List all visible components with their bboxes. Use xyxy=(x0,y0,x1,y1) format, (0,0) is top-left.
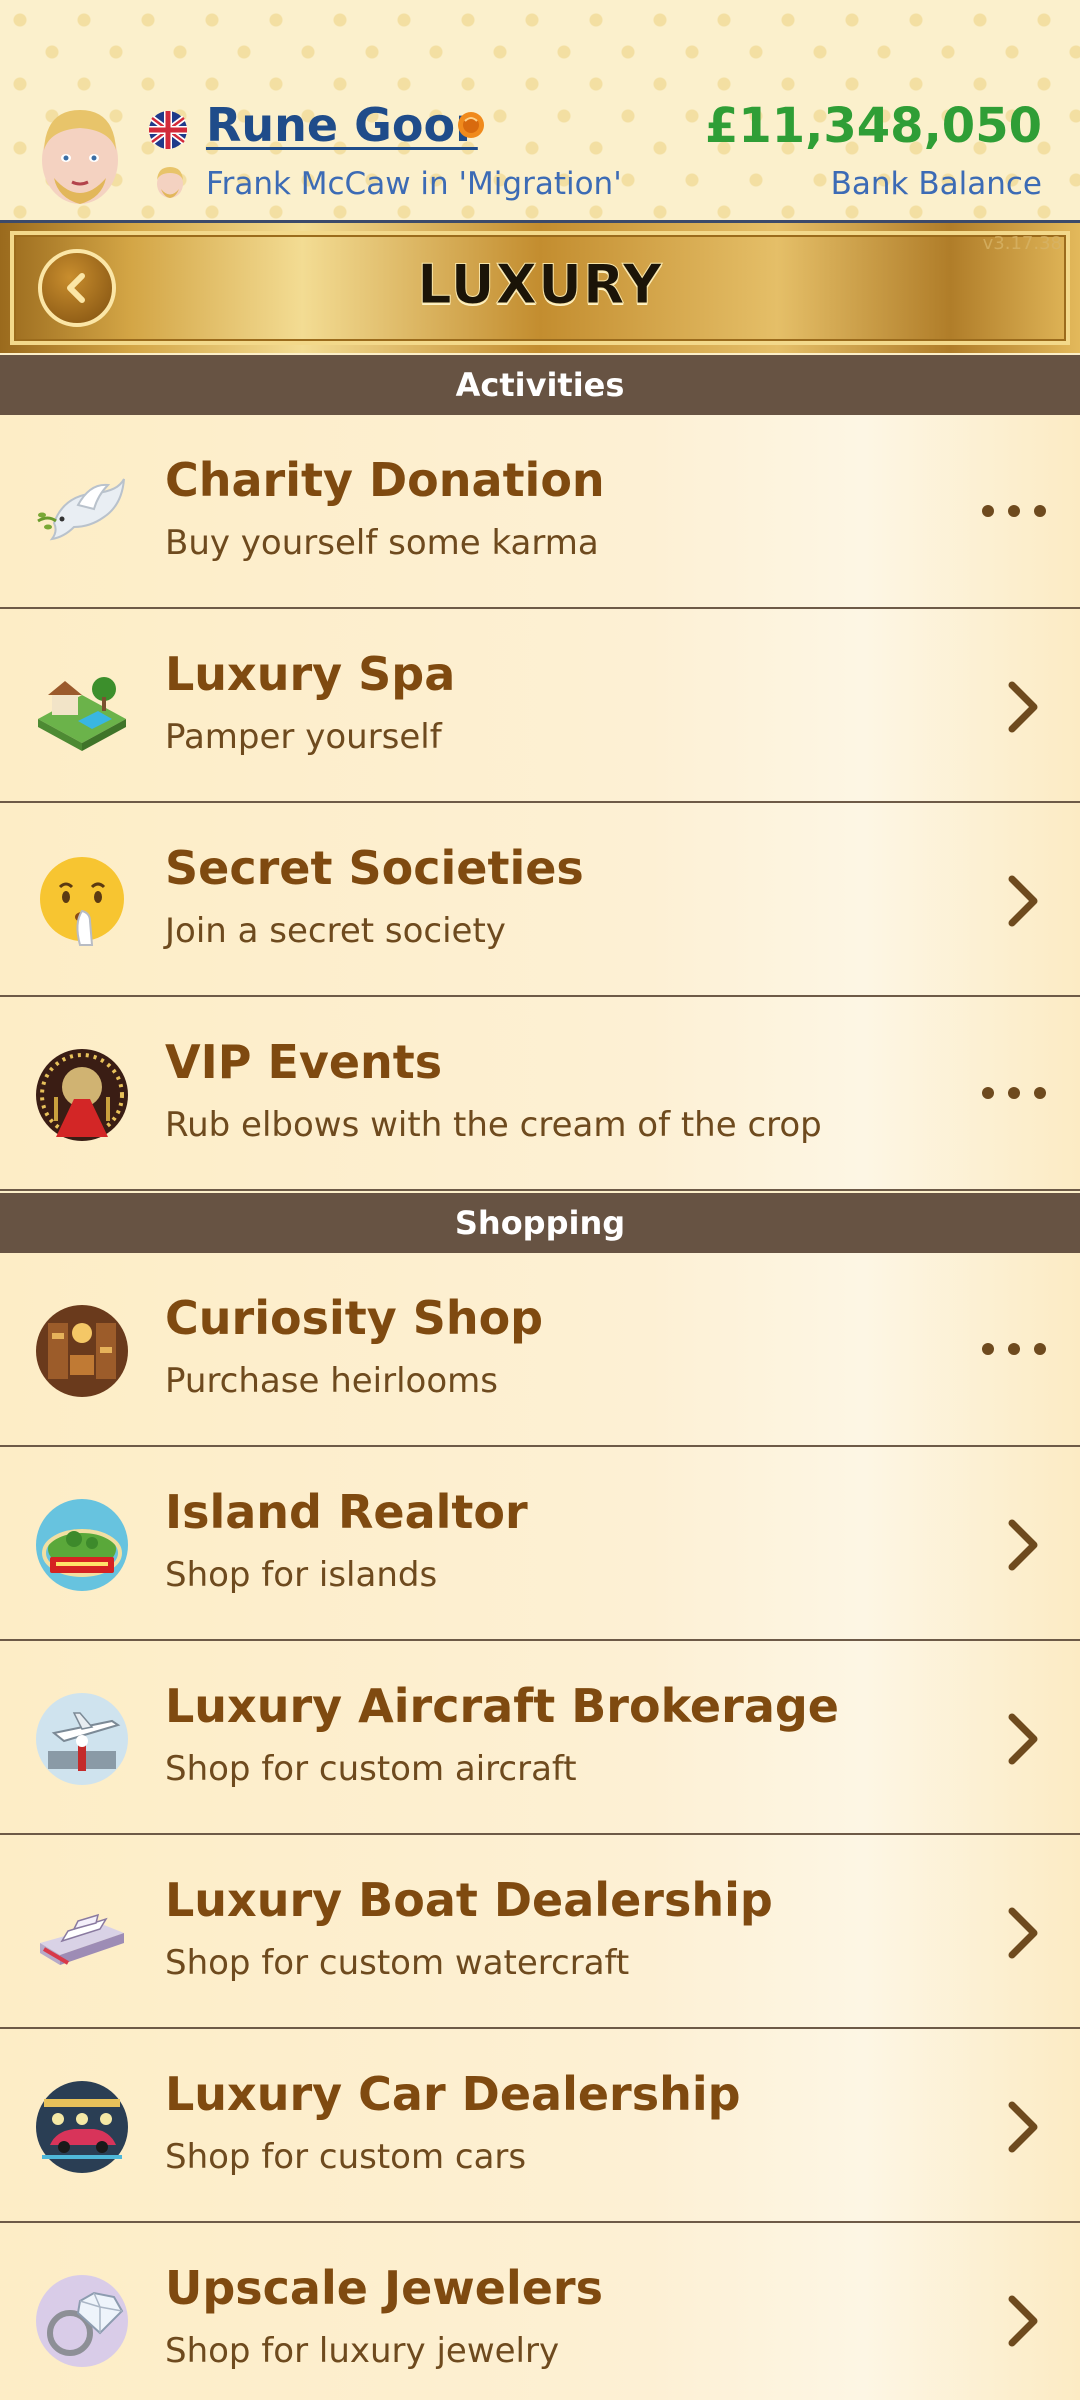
page-title-banner: LUXURY v3.17.38 xyxy=(0,223,1080,353)
item-title: VIP Events xyxy=(165,1035,443,1089)
item-description: Purchase heirlooms xyxy=(165,1361,498,1401)
bank-balance-amount: £11,348,050 xyxy=(704,98,1042,154)
item-title: Luxury Boat Dealership xyxy=(165,1873,773,1927)
current-role-text: Frank McCaw in 'Migration' xyxy=(206,166,622,202)
item-title: Curiosity Shop xyxy=(165,1291,544,1345)
item-title: Luxury Aircraft Brokerage xyxy=(165,1679,839,1733)
chevron-right-icon[interactable] xyxy=(1006,1905,1040,1961)
shushing-face-icon xyxy=(40,857,124,946)
zodiac-sign-icon xyxy=(458,112,484,138)
list-item-luxury-aircraft-brokerage[interactable]: Luxury Aircraft Brokerage Shop for custo… xyxy=(0,1641,1080,1835)
list-item-vip-events[interactable]: VIP Events Rub elbows with the cream of … xyxy=(0,997,1080,1191)
more-options-icon[interactable] xyxy=(980,1341,1048,1357)
item-title: Luxury Spa xyxy=(165,647,456,701)
list-item-charity-donation[interactable]: Charity Donation Buy yourself some karma xyxy=(0,415,1080,609)
more-options-icon[interactable] xyxy=(980,503,1048,519)
antique-shop-icon xyxy=(36,1305,128,1397)
item-title: Luxury Car Dealership xyxy=(165,2067,741,2121)
dove-icon xyxy=(37,478,125,541)
version-label: v3.17.38 xyxy=(982,233,1062,254)
page-title: LUXURY xyxy=(417,253,663,317)
list-item-island-realtor[interactable]: Island Realtor Shop for islands xyxy=(0,1447,1080,1641)
list-item-secret-societies[interactable]: Secret Societies Join a secret society xyxy=(0,803,1080,997)
red-carpet-icon xyxy=(36,1049,128,1141)
list-item-curiosity-shop[interactable]: Curiosity Shop Purchase heirlooms xyxy=(0,1253,1080,1447)
item-description: Shop for luxury jewelry xyxy=(165,2331,560,2371)
chevron-right-icon[interactable] xyxy=(1006,1711,1040,1767)
spa-villa-icon xyxy=(38,677,126,751)
relation-avatar-icon xyxy=(157,167,183,198)
chevron-right-icon[interactable] xyxy=(1006,2293,1040,2349)
item-description: Join a secret society xyxy=(165,911,506,951)
item-description: Rub elbows with the cream of the crop xyxy=(165,1105,822,1145)
section-header-shopping: Shopping xyxy=(0,1193,1080,1253)
diamond-ring-icon xyxy=(36,2275,128,2367)
player-name-link[interactable]: Rune Goor xyxy=(206,98,478,152)
chevron-right-icon[interactable] xyxy=(1006,2099,1040,2155)
chevron-right-icon[interactable] xyxy=(1006,679,1040,735)
chevron-right-icon[interactable] xyxy=(1006,1517,1040,1573)
yacht-icon xyxy=(40,1913,124,1965)
character-avatar[interactable] xyxy=(32,100,128,210)
uk-flag-icon xyxy=(149,111,187,149)
car-showroom-icon xyxy=(36,2081,128,2173)
list-item-luxury-boat-dealership[interactable]: Luxury Boat Dealership Shop for custom w… xyxy=(0,1835,1080,2029)
item-description: Shop for islands xyxy=(165,1555,438,1595)
chevron-right-icon[interactable] xyxy=(1006,873,1040,929)
list-item-luxury-car-dealership[interactable]: Luxury Car Dealership Shop for custom ca… xyxy=(0,2029,1080,2223)
item-description: Shop for custom cars xyxy=(165,2137,527,2177)
private-jet-icon xyxy=(36,1693,128,1785)
item-description: Buy yourself some karma xyxy=(165,523,599,563)
item-description: Pamper yourself xyxy=(165,717,442,757)
item-title: Charity Donation xyxy=(165,453,605,507)
section-header-activities: Activities xyxy=(0,355,1080,415)
list-item-upscale-jewelers[interactable]: Upscale Jewelers Shop for luxury jewelry xyxy=(0,2223,1080,2400)
bank-balance-label: Bank Balance xyxy=(830,166,1042,202)
status-header: Rune Goor Frank McCaw in 'Migration' £11… xyxy=(0,0,1080,223)
item-title: Upscale Jewelers xyxy=(165,2261,603,2315)
list-item-luxury-spa[interactable]: Luxury Spa Pamper yourself xyxy=(0,609,1080,803)
item-title: Secret Societies xyxy=(165,841,584,895)
item-title: Island Realtor xyxy=(165,1485,528,1539)
item-description: Shop for custom aircraft xyxy=(165,1749,577,1789)
island-for-sale-icon xyxy=(36,1499,128,1591)
more-options-icon[interactable] xyxy=(980,1085,1048,1101)
item-description: Shop for custom watercraft xyxy=(165,1943,630,1983)
